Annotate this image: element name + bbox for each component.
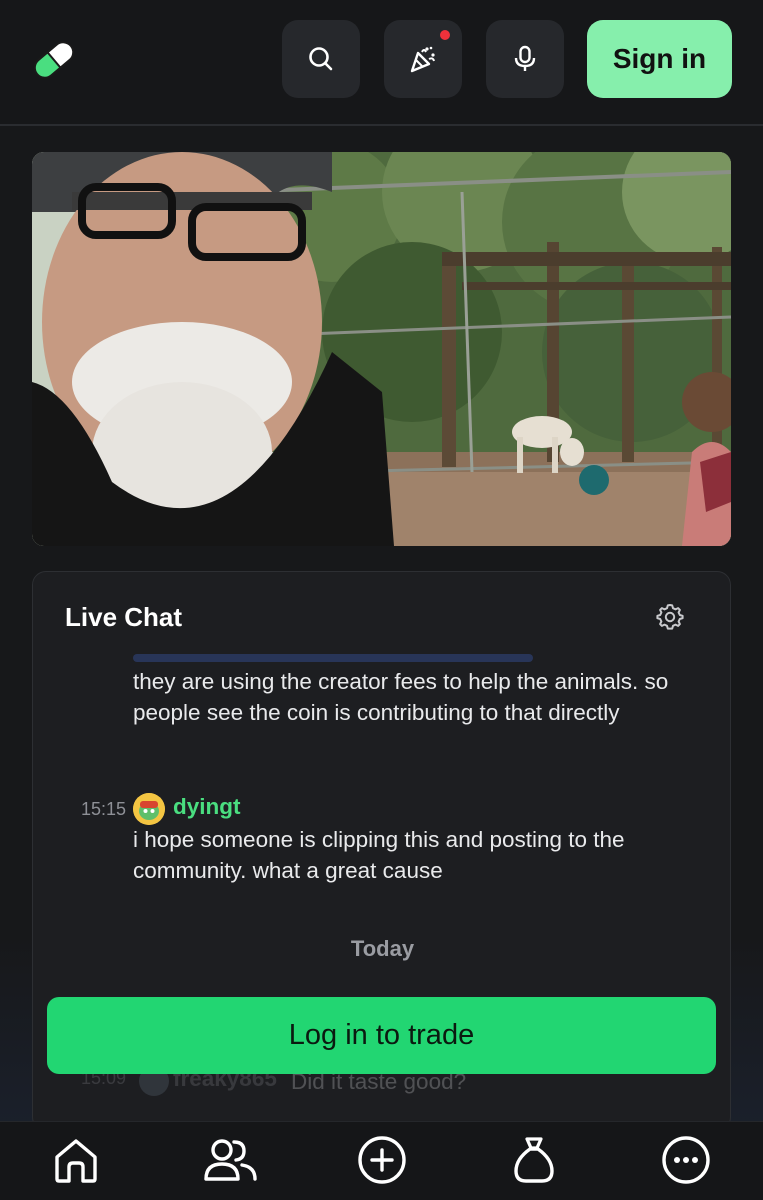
microphone-icon (514, 45, 536, 71)
chat-message-username[interactable]: dyingt (173, 794, 241, 820)
chat-day-divider: Today (350, 936, 415, 961)
pill-icon[interactable] (28, 36, 80, 84)
gear-icon[interactable] (655, 602, 685, 632)
party-button[interactable] (384, 20, 462, 98)
app-page: Sign in Live Chat they are using the cre… (0, 0, 763, 1200)
chat-message-time: 15:15 (81, 799, 127, 819)
log-in-to-trade-button[interactable]: Log in to trade (47, 997, 716, 1074)
chat-title: Live Chat (65, 602, 183, 632)
home-icon[interactable] (46, 1130, 106, 1190)
party-popper-icon (410, 46, 435, 73)
microphone-button[interactable] (486, 20, 564, 98)
search-button[interactable] (282, 20, 360, 98)
people-icon[interactable] (200, 1130, 260, 1190)
cut-off-message-header (133, 654, 533, 662)
top-bar: Sign in (0, 0, 763, 126)
more-icon[interactable] (656, 1130, 716, 1190)
plus-circle-icon[interactable] (352, 1130, 412, 1190)
avatar[interactable] (133, 793, 165, 825)
chat-message-text: they are using the creator fees to help … (133, 669, 669, 725)
live-video-stream[interactable] (32, 152, 731, 546)
money-bag-icon[interactable] (504, 1130, 564, 1190)
sign-in-button[interactable]: Sign in (587, 20, 732, 98)
notification-dot (438, 28, 452, 42)
chat-message-text: i hope someone is clipping this and post… (133, 827, 625, 883)
search-icon (309, 47, 333, 71)
bottom-navigation (0, 1121, 763, 1200)
